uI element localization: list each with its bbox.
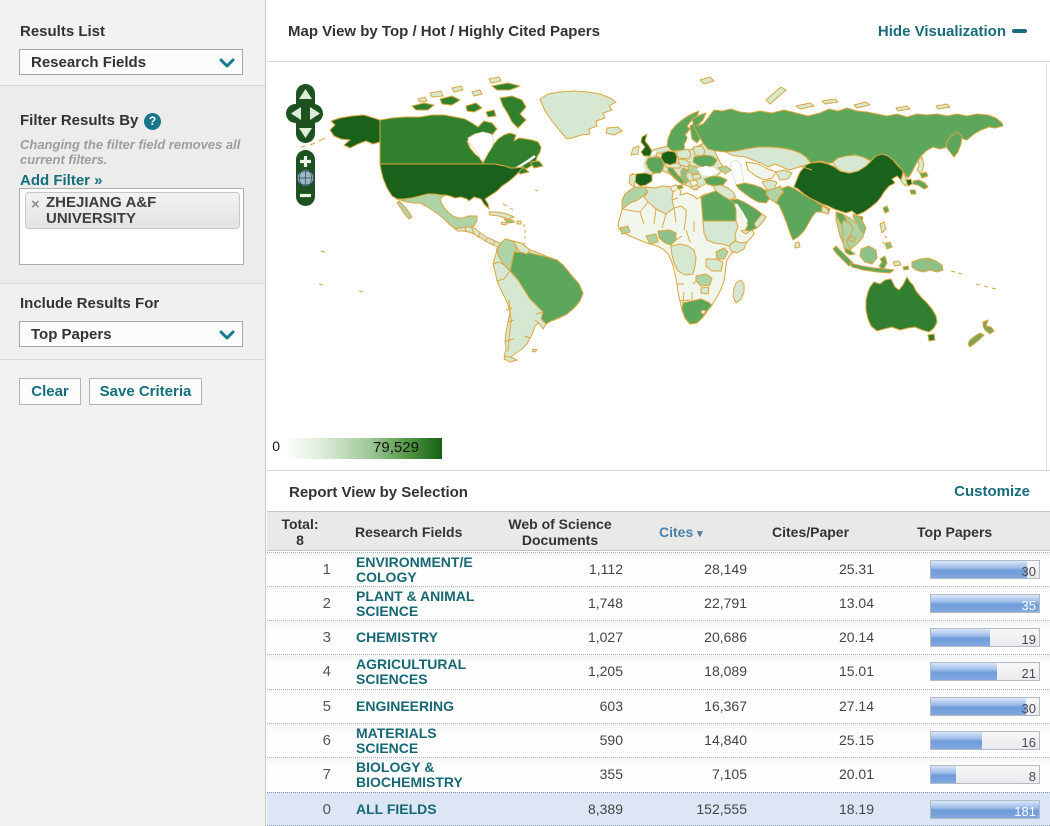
svg-text:0: 0 — [272, 438, 280, 454]
svg-text:79,529: 79,529 — [373, 439, 419, 456]
